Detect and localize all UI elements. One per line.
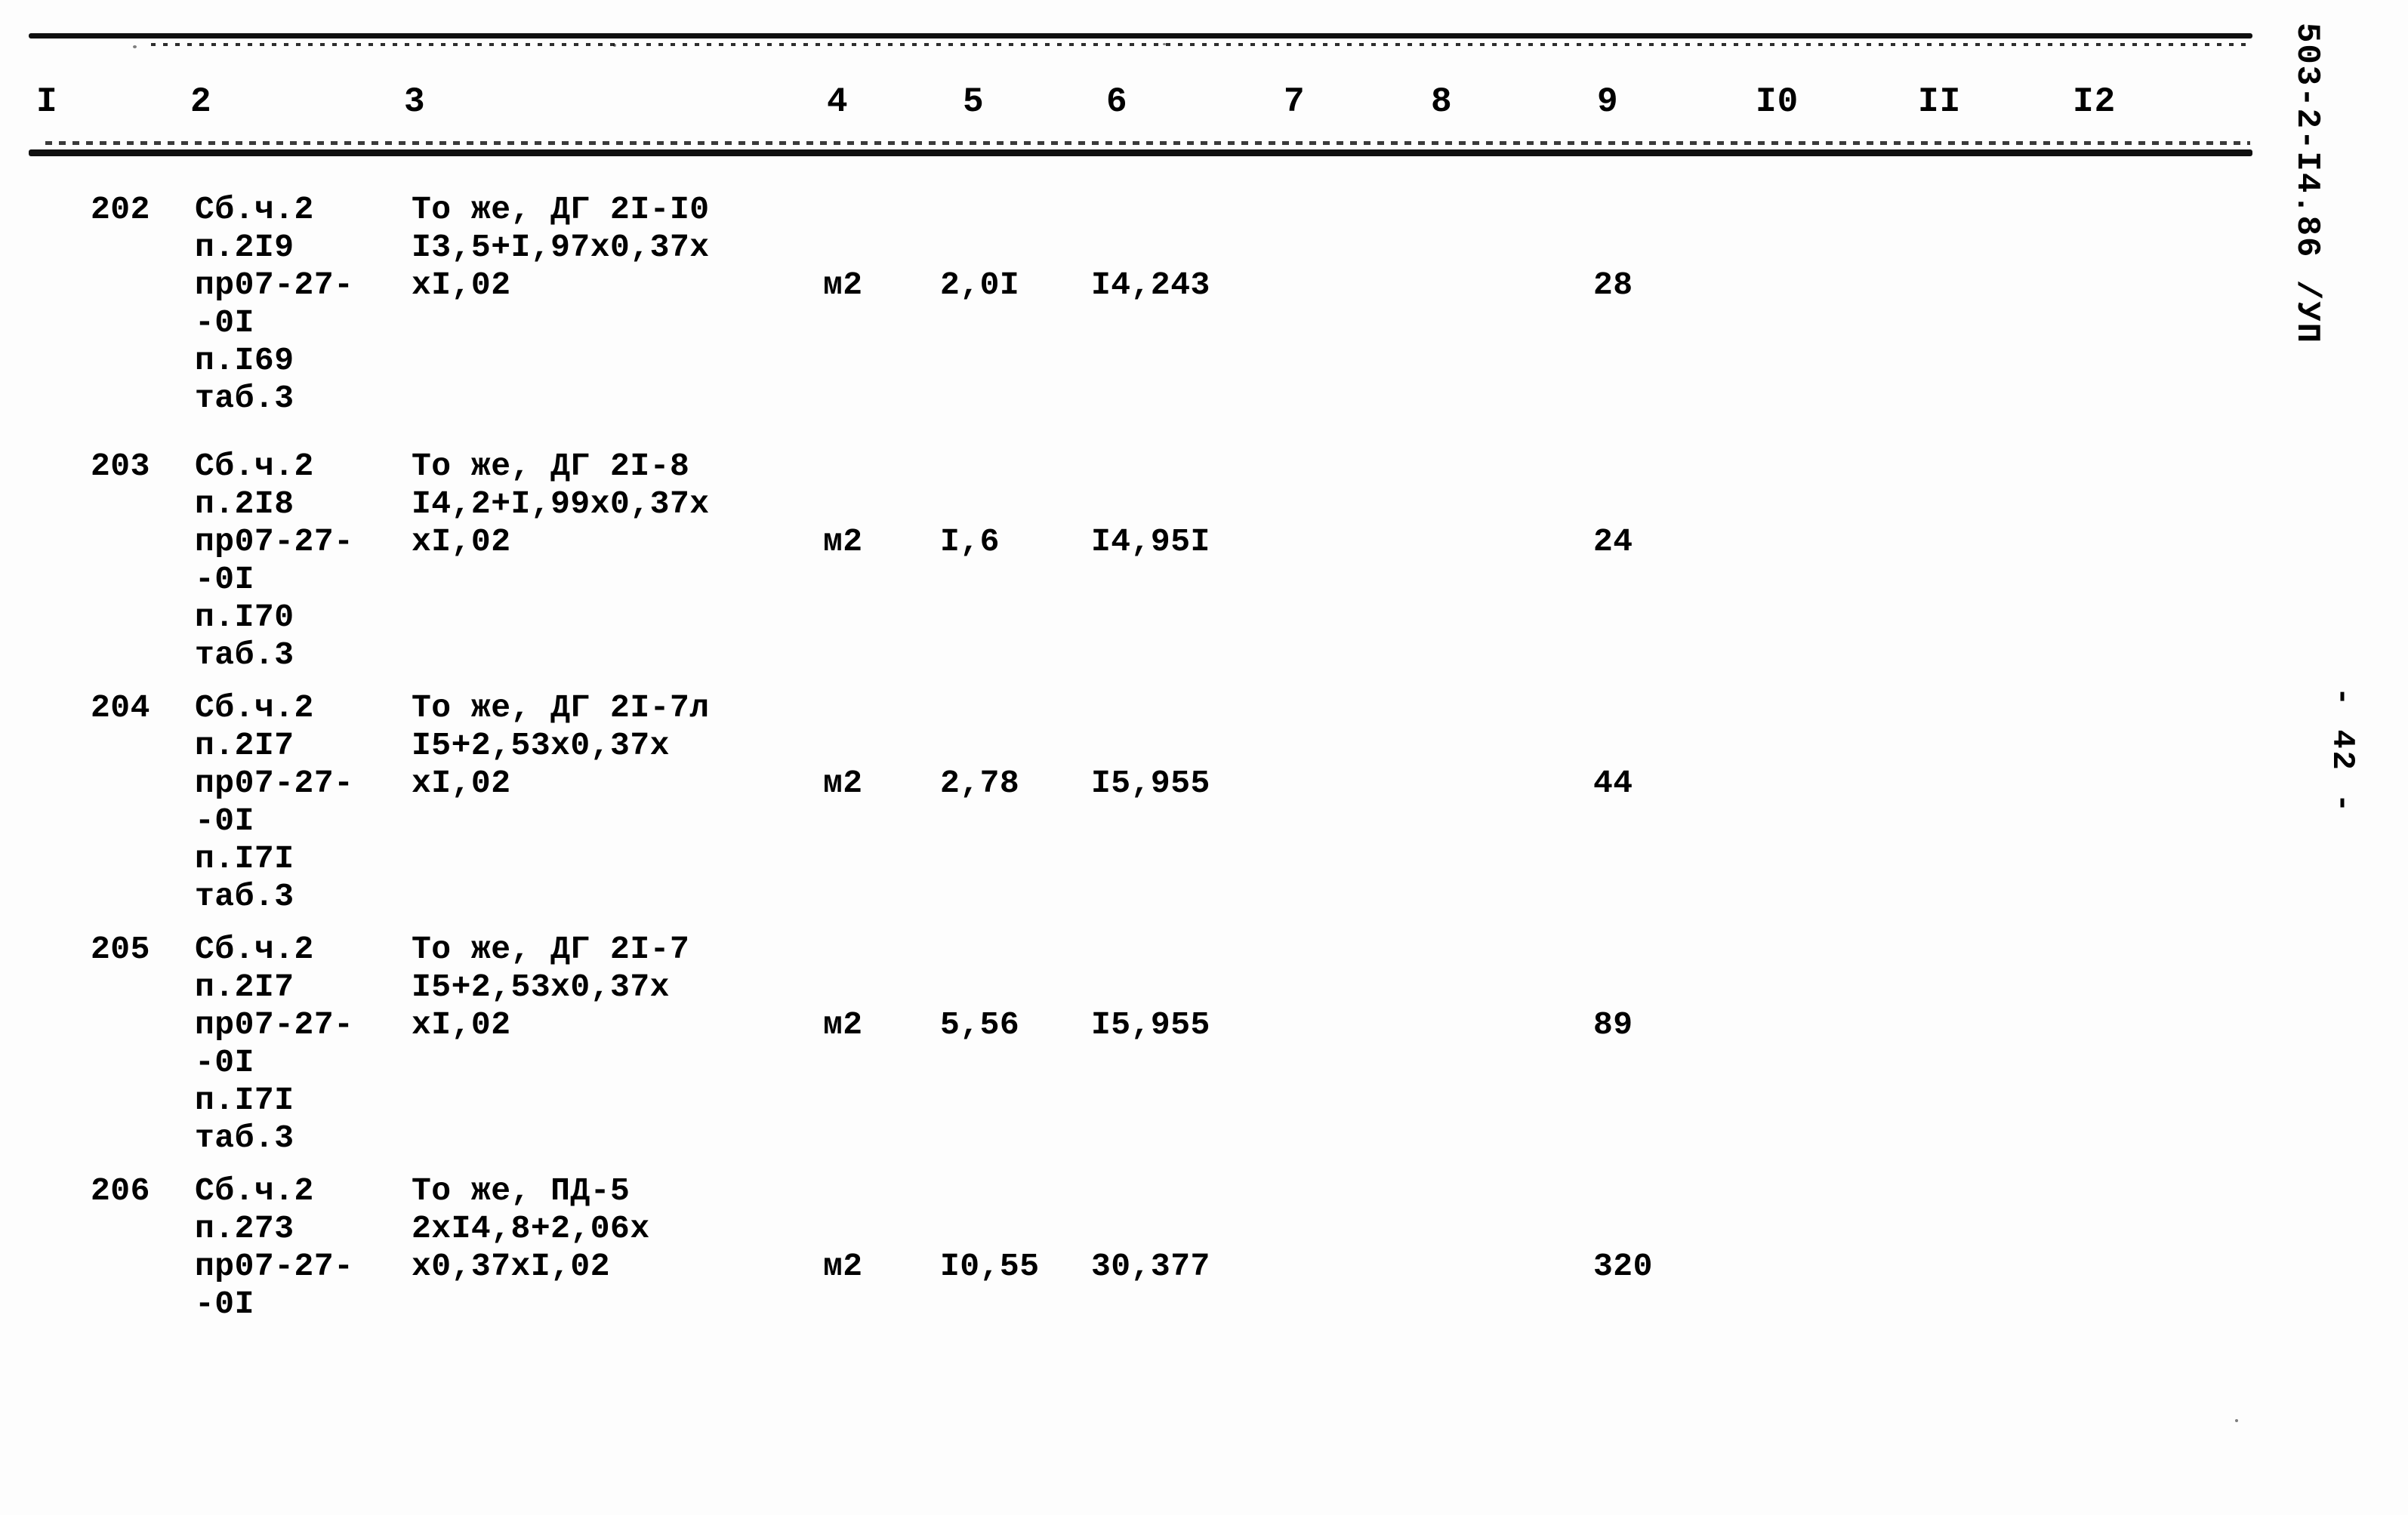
scan-speckle: [133, 45, 137, 48]
row-description: То же, ДГ 2I-8 I4,2+I,99х0,37х хI,02: [412, 448, 710, 560]
column-header-1: I: [36, 82, 58, 122]
table-header-lower-dotted-rule: [45, 140, 2250, 146]
row-source-ref: Сб.ч.2 п.2I7 пр07-27- -0I п.I7I таб.3: [195, 931, 354, 1156]
row-source-ref: Сб.ч.2 п.2I8 пр07-27- -0I п.I70 таб.3: [195, 448, 354, 673]
row-col9: 28: [1593, 266, 1633, 303]
row-number: 206: [91, 1172, 150, 1209]
scan-speckle: [2235, 1419, 2238, 1422]
row-col9: 89: [1593, 1006, 1633, 1043]
row-unit: м2: [823, 523, 863, 560]
row-number: 204: [91, 689, 150, 726]
row-mass: I4,243: [1091, 266, 1210, 303]
scan-speckle: [613, 44, 616, 47]
row-col9: 24: [1593, 523, 1633, 560]
row-description: То же, ДГ 2I-7л I5+2,53х0,37х хI,02: [412, 689, 710, 802]
row-source-ref: Сб.ч.2 п.2I7 пр07-27- -0I п.I7I таб.3: [195, 689, 354, 915]
scan-speckle: [1163, 43, 1166, 45]
row-description: То же, ПД-5 2хI4,8+2,06х х0,37хI,02: [412, 1172, 650, 1285]
row-number: 203: [91, 448, 150, 485]
page-number: - 42 -: [2324, 687, 2360, 815]
row-unit: м2: [823, 266, 863, 303]
row-mass: I5,955: [1091, 765, 1210, 802]
row-unit: м2: [823, 765, 863, 802]
row-unit: м2: [823, 1006, 863, 1043]
table-header-dotted-rule: [151, 42, 2250, 48]
row-number: 202: [91, 191, 150, 228]
column-header-10: I0: [1756, 82, 1799, 122]
row-description: То же, ДГ 2I-I0 I3,5+I,97х0,37х хI,02: [412, 191, 710, 303]
row-quantity: I,6: [940, 523, 1000, 560]
column-header-6: 6: [1106, 82, 1128, 122]
row-mass: I4,95I: [1091, 523, 1210, 560]
row-unit: м2: [823, 1248, 863, 1285]
row-description: То же, ДГ 2I-7 I5+2,53х0,37х хI,02: [412, 931, 690, 1043]
column-header-7: 7: [1284, 82, 1306, 122]
column-header-9: 9: [1597, 82, 1619, 122]
document-page: I 2 3 4 5 6 7 8 9 I0 II I2 202 Сб.ч.2 п.…: [0, 0, 2408, 1515]
document-code-stamp: 503-2-I4.86 /УП: [2288, 23, 2326, 345]
column-header-11: II: [1918, 82, 1962, 122]
table-top-rule: [29, 33, 2252, 38]
table-header-bottom-rule: [29, 149, 2252, 156]
row-mass: 30,377: [1091, 1248, 1210, 1285]
column-header-2: 2: [190, 82, 212, 122]
row-quantity: 5,56: [940, 1006, 1020, 1043]
row-number: 205: [91, 931, 150, 968]
row-quantity: 2,0I: [940, 266, 1020, 303]
row-col9: 44: [1593, 765, 1633, 802]
column-header-12: I2: [2073, 82, 2117, 122]
row-quantity: 2,78: [940, 765, 1020, 802]
column-header-3: 3: [404, 82, 426, 122]
row-source-ref: Сб.ч.2 п.2I9 пр07-27- -0I п.I69 таб.3: [195, 191, 354, 417]
column-header-4: 4: [827, 82, 849, 122]
column-header-8: 8: [1431, 82, 1453, 122]
row-quantity: I0,55: [940, 1248, 1040, 1285]
row-col9: 320: [1593, 1248, 1653, 1285]
column-header-5: 5: [963, 82, 985, 122]
row-mass: I5,955: [1091, 1006, 1210, 1043]
row-source-ref: Сб.ч.2 п.273 пр07-27- -0I: [195, 1172, 354, 1323]
